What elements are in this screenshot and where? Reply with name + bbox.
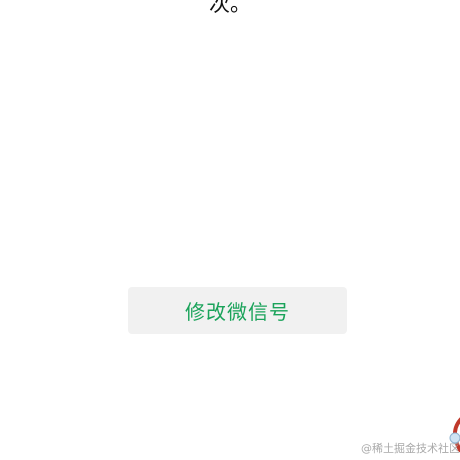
modify-wechat-id-button[interactable]: 修改微信号 xyxy=(128,287,347,334)
instruction-text-tail: 次。 xyxy=(209,0,251,16)
watermark: @稀土掘金技术社区 xyxy=(361,442,460,455)
